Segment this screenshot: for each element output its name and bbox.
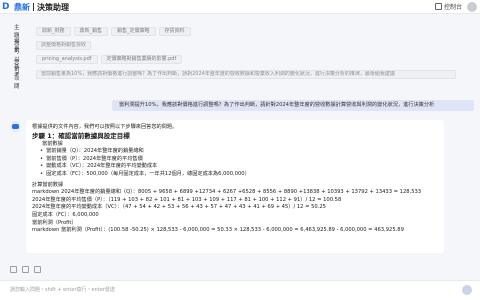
subject-tag[interactable]: 鼎新_財務: [36, 26, 71, 36]
calc-line: 固定成本（FC）：6,000,000: [32, 211, 99, 218]
reference-tags: pricing_analysis.pdf 定價策略對銷售業績的影響.pdf: [36, 54, 183, 64]
subject-tag[interactable]: 銷售_定價策略: [111, 26, 156, 36]
console-link[interactable]: 控制台: [434, 2, 462, 11]
data-bullet: 變動成本（VC）：2024年整年度的平均變動成本: [32, 163, 438, 171]
calc-line: 2024年整年度的平均變動成本（VC）：（47 + 54 + 42 + 53 +…: [32, 204, 326, 211]
data-bullet: 當前銷量（Q）：2024年整年度的銷量總和: [32, 148, 438, 156]
step-heading: 步驟 1：確認當前數據與設定目標: [32, 131, 130, 140]
brand-name: 鼎新: [14, 2, 30, 12]
send-icon[interactable]: [462, 285, 472, 295]
composer: 請您輸入問題・shift + enter換行・enter發送: [0, 280, 480, 300]
app-logo[interactable]: D 鼎新 決策助理: [2, 1, 69, 13]
composer-toolbar: [10, 266, 41, 273]
logo-divider: [33, 3, 34, 11]
reference-file[interactable]: 定價策略對銷售業績的影響.pdf: [100, 54, 183, 64]
app-title: 決策助理: [37, 2, 69, 12]
user-message: 當利潤提升10%，我應該對價格進行調整嗎？為了作出判斷，請針對2024年整年度的…: [112, 100, 474, 111]
assistant-answer: 根據提供的文件內容，我們可以按照以下步驟來回答您的問題。 步驟 1：確認當前數據…: [26, 120, 444, 253]
answer-intro: 根據提供的文件內容，我們可以按照以下步驟來回答您的問題。: [32, 124, 178, 130]
bot-avatar-icon: [10, 121, 21, 132]
scene-tag[interactable]: 調整價格對銷售營收: [36, 40, 92, 50]
suggested-question[interactable]: 當前銷售量為10%，我應該對價格進行調整嗎？為了作出判斷，請對2024年整年度的…: [36, 69, 456, 79]
data-bullet: 固定成本（FC）：500,000（每月固定成本，一年共12個月，總固定成本為6,…: [32, 171, 438, 179]
question-label: 您可以問: [14, 60, 20, 90]
message-input[interactable]: 請您輸入問題・shift + enter換行・enter發送: [10, 286, 115, 293]
expand-icon[interactable]: [34, 266, 41, 273]
attach-icon[interactable]: [22, 266, 29, 273]
console-label: 控制台: [443, 4, 462, 11]
subject-tag[interactable]: 存貨資料: [158, 26, 191, 36]
reference-file[interactable]: pricing_analysis.pdf: [36, 54, 98, 64]
user-avatar[interactable]: [467, 2, 477, 12]
logo-icon: D: [2, 2, 10, 12]
profit-line: markdown 當前利潤（Profit）：(100.58 -50.25) × …: [32, 227, 404, 234]
mic-icon[interactable]: [10, 266, 17, 273]
profit-label: 當前利潤（Profit）: [32, 219, 77, 226]
subject-tags: 鼎新_財務 鼎新_銷售 銷售_定價策略 存貨資料: [36, 26, 191, 36]
calc-line: markdown 2024年整年度的銷量總和（Q）：8005 + 9658 + …: [32, 189, 422, 196]
console-icon: [434, 3, 442, 10]
top-bar: D 鼎新 決策助理 控制台: [0, 0, 480, 14]
subject-tag[interactable]: 鼎新_銷售: [73, 26, 109, 36]
